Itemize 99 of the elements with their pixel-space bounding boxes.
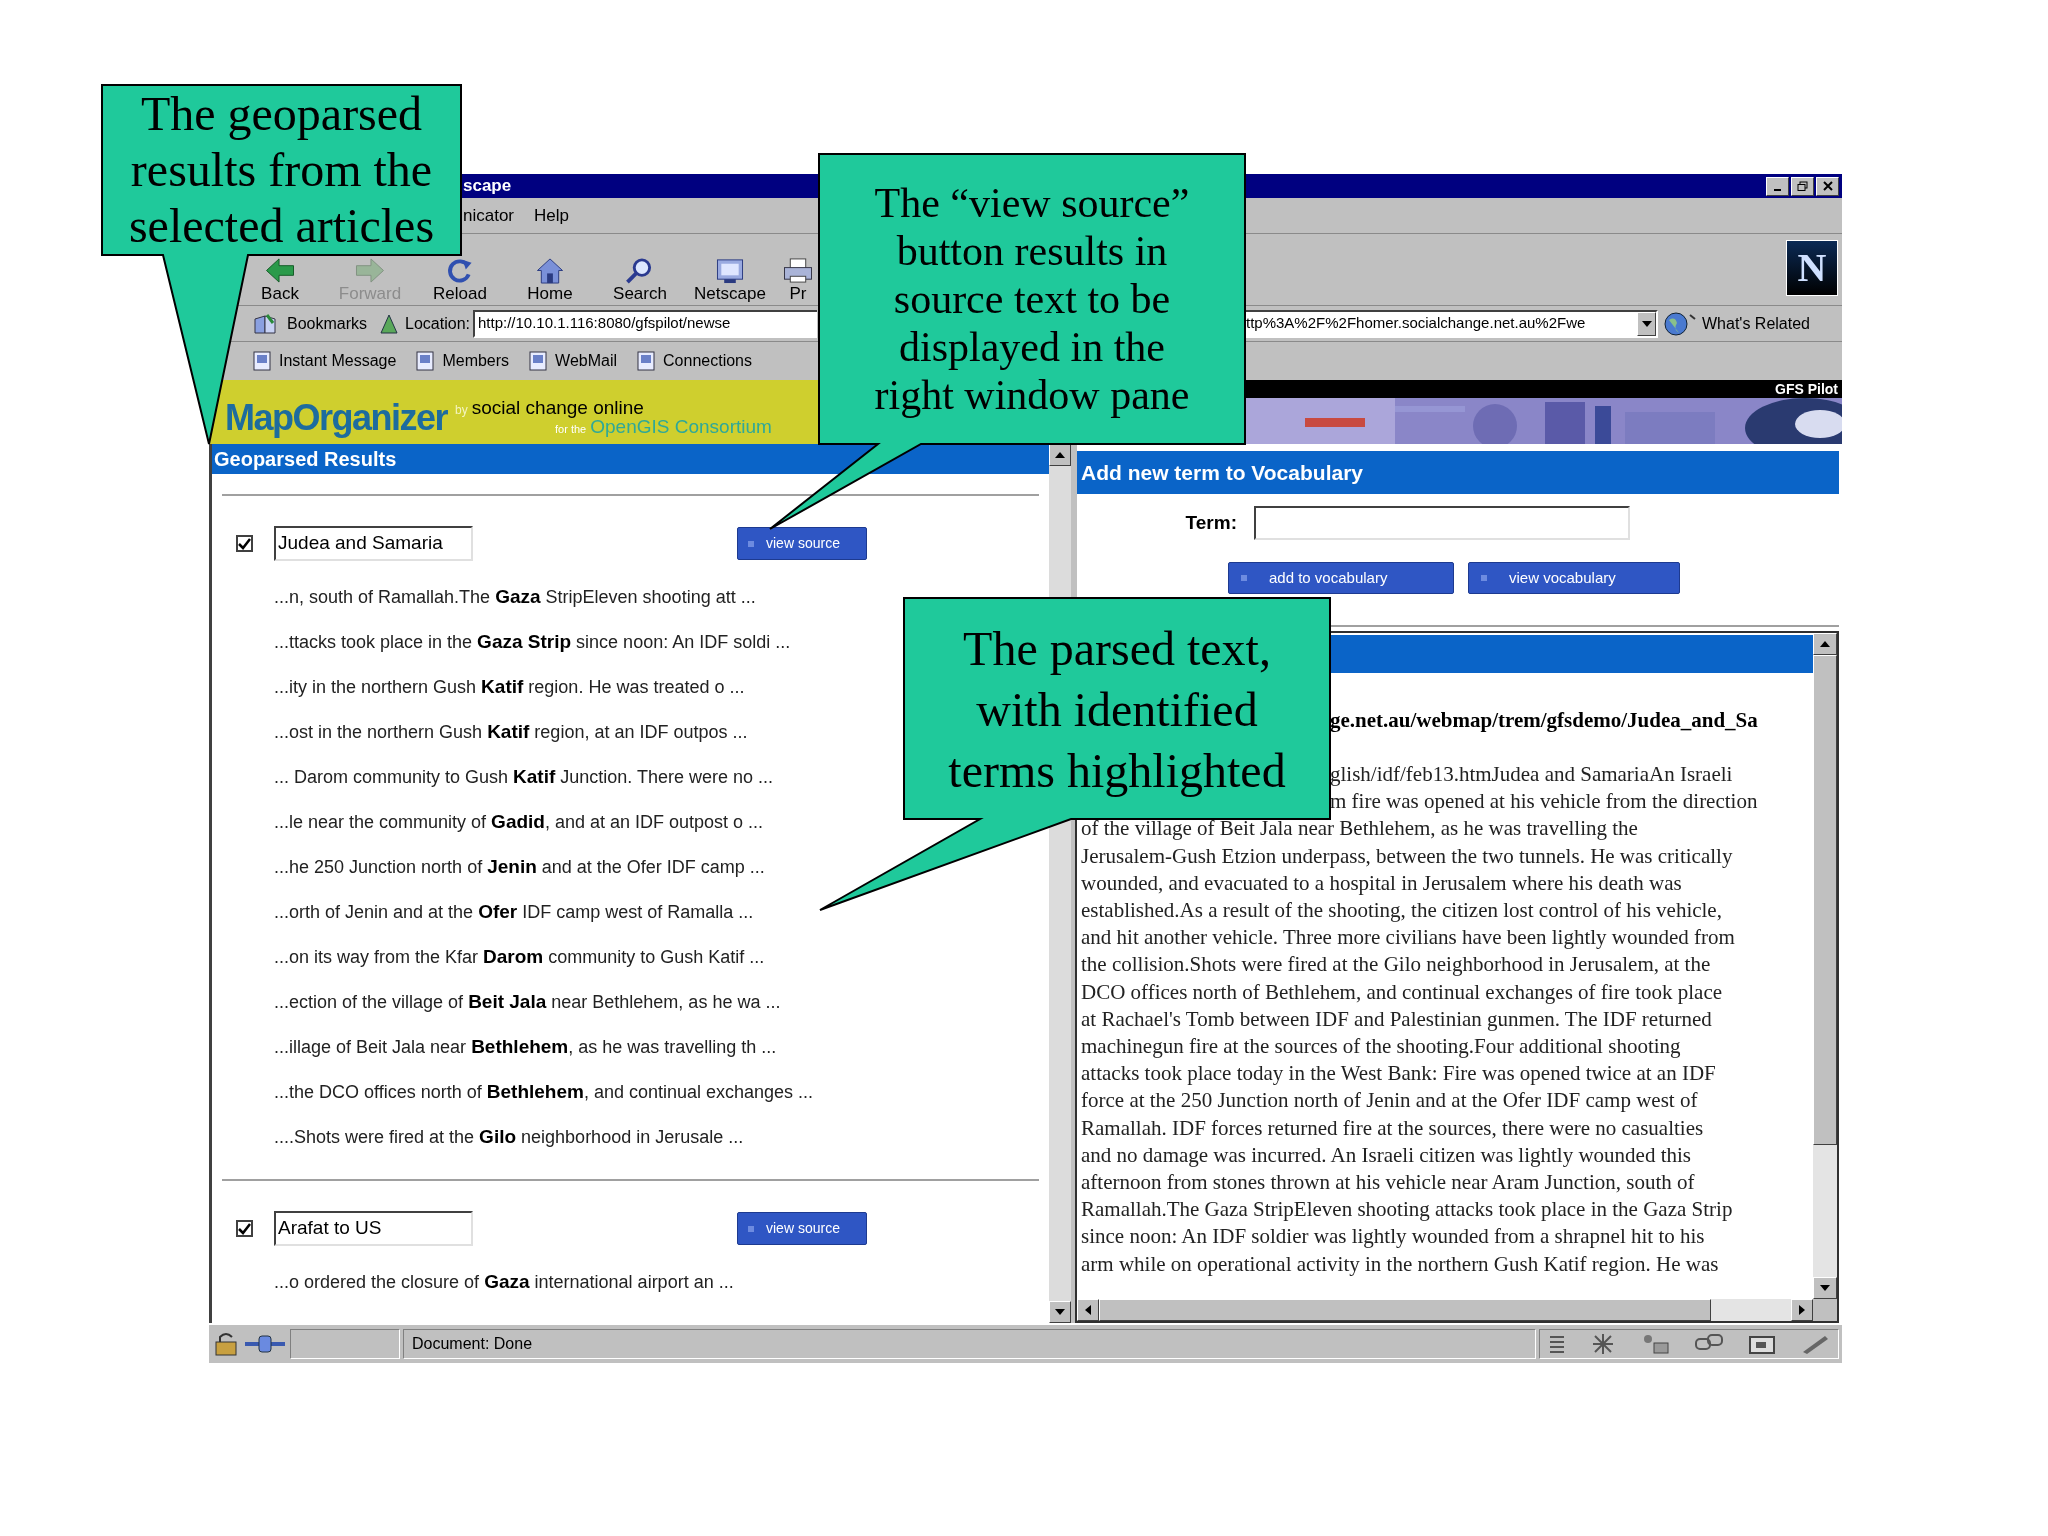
snippet-text: ...ity in the northern Gush Katif region. He was treated o ...: [274, 675, 745, 699]
related-button[interactable]: What's Related: [1702, 311, 1810, 336]
frame-header: Add new term to Vocabulary: [1077, 451, 1839, 494]
url-text: ttp%3A%2F%2Fhomer.socialchange.net.au%2Fwe: [1246, 313, 1586, 334]
source-text: glish/idf/feb13.htmJudea and SamariaAn Israeli m fire was opened at his vehicle from the direction: [1330, 761, 1758, 816]
vocabulary-button[interactable]: add to vocabulary: [1228, 562, 1454, 594]
snippet-text: ...ttacks took place in the Gaza Strip since noon: An IDF soldi ...: [274, 630, 791, 654]
toolbar-button[interactable]: Search: [595, 257, 685, 305]
checkbox[interactable]: [236, 535, 253, 552]
printer-icon: [782, 257, 814, 284]
bookmark-link[interactable]: Instant Message: [253, 349, 397, 373]
bookmark-link[interactable]: WebMail: [529, 349, 618, 373]
minimize-button[interactable]: [1766, 176, 1789, 196]
scroll-down-button[interactable]: [1049, 1301, 1071, 1323]
page-icon: [637, 351, 656, 371]
view-source-button[interactable]: view source: [737, 527, 867, 560]
page-icon: [529, 351, 548, 371]
callout-text: The “view source” button results in source text to be displayed in the right window pane: [874, 179, 1190, 419]
callout-text: The parsed text, with identified terms highlighted: [948, 620, 1286, 799]
up-triangle-icon: [1055, 452, 1065, 458]
left-triangle-icon: [1085, 1305, 1091, 1315]
down-triangle-icon: [1055, 1309, 1065, 1315]
toolbar-button[interactable]: Reload: [415, 257, 505, 305]
scroll-thumb[interactable]: [1813, 655, 1837, 1145]
scroll-left-button[interactable]: [1077, 1299, 1099, 1321]
dropdown-button[interactable]: [1637, 311, 1656, 336]
close-icon: [1822, 181, 1833, 191]
bookmarks-button[interactable]: Bookmarks: [287, 311, 368, 336]
window-title: scape: [463, 175, 512, 198]
snippet-text: ... Darom community to Gush Katif Junction. There were no ...: [274, 765, 774, 789]
lock-icon: [212, 1331, 240, 1357]
snippet-text: ....Shots were fired at the Gilo neighborhood in Jerusale ...: [274, 1125, 744, 1149]
page-icon: [416, 351, 435, 371]
snippet-text: ...ost in the northern Gush Katif region, at an IDF outpos ...: [274, 720, 748, 744]
byline-text: for the: [555, 424, 587, 435]
monitor-icon: [714, 257, 746, 284]
menu-item[interactable]: Help: [534, 202, 569, 229]
source-text: of the village of Beit Jala near Bethlehem, as he was travelling the Jerusalem-Gush Etzion underpass, between the two tunnels. He was critically wounded, and evacuated to a hospital in Jerusalem where his death was established.As a result of the shooting, the citizen lost control of his vehicle, and hit another vehicle. Three more civilians have been lightly wounded from the collision.Shots were fired at the Gilo neighborhood in Jerusalem, at the DCO offices north of Bethlehem, and continual exchanges of fire took place at Rachael's Tomb between IDF and Palestinian gunmen. The IDF returned machinegun fire at the sources of the shooting.Four additional shooting attacks took place today in the West Bank: Fire was opened twice at an IDF force at the 250 Junction north of Jenin and at the Ofer IDF camp west of Ramallah. IDF forces returned fire at the sources, there were no casualties and no damage was incurred. An Israeli citizen was lightly wounded this afternoon from stones thrown at his vehicle near Aram Junction, south of Ramallah.The Gaza StripEleven shooting attacks took place in the Gaza Strip since noon: An IDF soldier was lightly wounded from a shrapnel hit to his arm while on operational activity in the northern Gush Katif region. He was: [1081, 815, 1735, 1278]
logo-text: MapOrganizer: [225, 400, 448, 436]
callout-text: The geoparsed results from the selected articles: [128, 86, 435, 254]
scroll-thumb[interactable]: [1099, 1299, 1711, 1321]
sparkle-icon: [1590, 1333, 1616, 1355]
snippet-text: ...on its way from the Kfar Darom community to Gush Katif ...: [274, 945, 765, 969]
toolbar-button[interactable]: Netscape: [685, 257, 775, 305]
restore-icon: [1797, 181, 1808, 191]
close-button[interactable]: [1816, 176, 1839, 196]
lines-icon: [1548, 1333, 1566, 1355]
down-triangle-icon: [1820, 1285, 1830, 1291]
restore-button[interactable]: [1791, 176, 1814, 196]
forward-arrow-icon: [354, 257, 386, 284]
view-source-button[interactable]: view source: [737, 1212, 867, 1245]
snippet-text: ...ection of the village of Beit Jala near Bethlehem, as he wa ...: [274, 990, 781, 1014]
location-field[interactable]: http://10.10.1.116:8080/gfspilot/newse: [472, 309, 817, 338]
vocabulary-button[interactable]: view vocabulary: [1468, 562, 1680, 594]
scrollbar[interactable]: [1813, 633, 1837, 1299]
snippet-text: ...o ordered the closure of Gaza international airport an ...: [274, 1270, 734, 1294]
snippet-text: ...le near the community of Gadid, and at an IDF outpost o ...: [274, 810, 764, 834]
term-field[interactable]: [1254, 506, 1630, 540]
toolbar-button[interactable]: Home: [505, 257, 595, 305]
minimize-icon: [1774, 189, 1781, 191]
scrollbar-corner: [1813, 1299, 1837, 1321]
bookmark-icon: [253, 312, 279, 335]
location-label: Location:: [405, 313, 470, 334]
right-triangle-icon: [1799, 1305, 1805, 1315]
snippet-text: ...he 250 Junction north of Jenin and at the Ofer IDF camp ...: [274, 855, 765, 879]
menu-item[interactable]: nicator: [463, 202, 515, 229]
status-text: Document: Done: [411, 1334, 533, 1354]
browser-logo: N: [1786, 240, 1838, 296]
snippet-text: ...n, south of Ramallah.The Gaza StripEleven shooting att ...: [274, 585, 756, 609]
checkbox[interactable]: [236, 1220, 253, 1237]
frame-header: Geoparsed Results: [212, 444, 1049, 474]
house-icon: [534, 257, 566, 284]
url-text: http://10.10.1.116:8080/gfspilot/newse: [477, 313, 731, 334]
scrollbar[interactable]: [1077, 1299, 1837, 1321]
title-field[interactable]: Arafat to US: [274, 1211, 473, 1246]
bookmark-link[interactable]: Members: [416, 349, 510, 373]
scroll-down-button[interactable]: [1813, 1277, 1837, 1299]
snippet-text: ...illage of Beit Jala near Bethlehem, as he was travelling th ...: [274, 1035, 777, 1059]
caret-icon: [1641, 320, 1652, 327]
snippet-text: ...orth of Jenin and at the Ofer IDF camp west of Ramalla ...: [274, 900, 754, 924]
source-url: ge.net.au/webmap/trem/gfsdemo/Judea_and_Sa: [1330, 707, 1758, 734]
scroll-up-button[interactable]: [1049, 444, 1071, 466]
globe-icon: [1663, 310, 1697, 337]
title-field[interactable]: Judea and Samaria: [274, 526, 473, 561]
consortium-text: OpenGIS Consortium: [590, 417, 772, 436]
scroll-up-button[interactable]: [1813, 633, 1837, 655]
term-label: Term:: [1184, 510, 1237, 535]
back-arrow-icon: [264, 257, 296, 284]
snippet-text: ...the DCO offices north of Bethlehem, and continual exchanges ...: [274, 1080, 814, 1104]
bookmark-link[interactable]: Connections: [637, 349, 752, 373]
up-triangle-icon: [1820, 641, 1830, 647]
window-icon: [1748, 1333, 1776, 1355]
page-icon: [253, 351, 271, 371]
scroll-right-button[interactable]: [1791, 1299, 1813, 1321]
toolbar-button[interactable]: Back: [245, 257, 315, 305]
byline-text: by: [455, 404, 468, 416]
tagline-text: social change online: [471, 398, 644, 417]
location-field[interactable]: ttp%3A%2F%2Fhomer.socialchange.net.au%2Fwe: [1243, 309, 1658, 338]
banner-title: GFS Pilot: [1774, 380, 1839, 398]
